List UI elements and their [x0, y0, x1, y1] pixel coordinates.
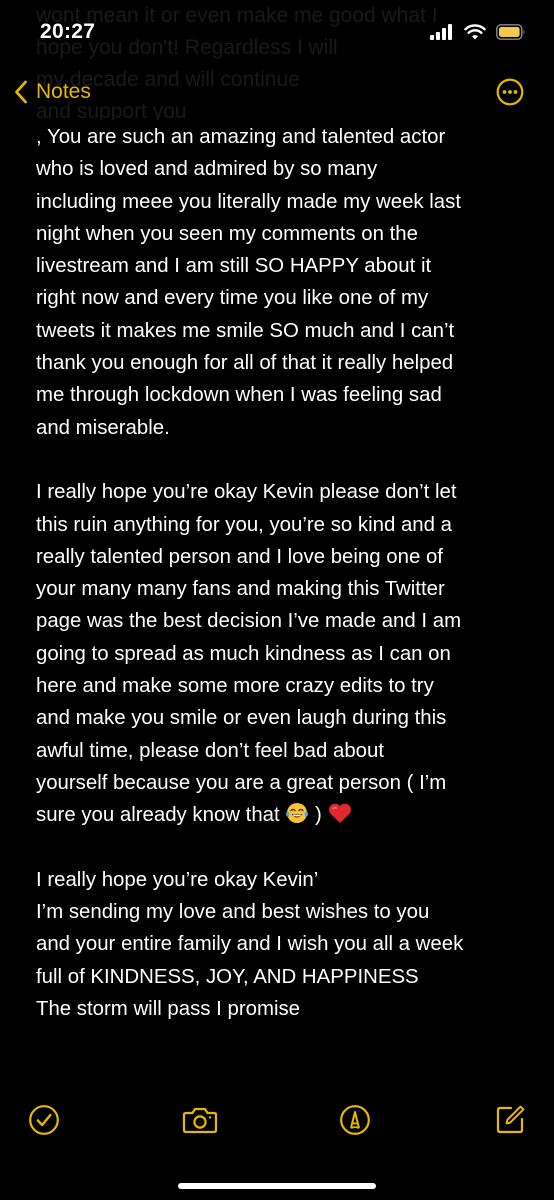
wifi-icon	[464, 24, 486, 40]
note-line: I really hope you’re okay Kevin’	[36, 868, 319, 891]
note-line: The storm will pass I promise	[36, 998, 301, 1021]
note-line: sure you already know that )	[36, 799, 526, 831]
checklist-icon	[29, 1105, 59, 1135]
note-line: and your entire family and I wish you al…	[36, 933, 464, 956]
note-line: really talented person and I love being …	[36, 545, 443, 568]
checklist-button[interactable]	[28, 1104, 60, 1141]
note-paragraph-2: I really hope you’re okay Kevin please d…	[36, 476, 526, 831]
status-bar: 20:27	[0, 0, 554, 70]
red-heart-emoji-icon	[329, 803, 352, 824]
bottom-toolbar	[0, 1104, 554, 1148]
note-line: , You are such an amazing and talented a…	[36, 126, 446, 148]
note-line: night when you seen my comments on the	[36, 222, 418, 245]
camera-icon	[182, 1107, 218, 1134]
tears-of-joy-emoji-icon	[286, 803, 309, 824]
chevron-left-icon	[15, 80, 27, 104]
note-paragraph-1: , You are such an amazing and talented a…	[36, 121, 526, 444]
note-line: and make you smile or even laugh during …	[36, 707, 447, 730]
camera-button[interactable]	[182, 1104, 218, 1141]
note-paragraph-3: I really hope you’re okay Kevin’ I’m sen…	[36, 864, 526, 1025]
note-line: livestream and I am still SO HAPPY about…	[36, 255, 432, 278]
note-line: here and make some more crazy edits to t…	[36, 675, 434, 698]
markup-button[interactable]	[339, 1104, 371, 1141]
note-text: )	[309, 804, 328, 827]
compose-button[interactable]	[494, 1104, 526, 1141]
markup-pen-icon	[340, 1105, 370, 1135]
more-options-button[interactable]	[496, 78, 524, 111]
home-indicator[interactable]	[178, 1183, 376, 1189]
note-line: right now and every time you like one of…	[36, 287, 429, 310]
back-to-notes-button[interactable]: Notes	[14, 80, 91, 104]
battery-icon	[496, 24, 525, 40]
note-text: sure you already know that	[36, 804, 286, 827]
compose-icon	[496, 1105, 525, 1134]
note-line: thank you enough for all of that it real…	[36, 352, 454, 375]
cellular-signal-icon	[430, 24, 452, 40]
note-line: awful time, please don’t feel bad about	[36, 739, 385, 762]
note-line: I really hope you’re okay Kevin please d…	[36, 481, 457, 504]
note-line: full of KINDNESS, JOY, AND HAPPINESS	[36, 965, 419, 988]
status-time: 20:27	[40, 20, 96, 43]
note-line: this ruin anything for you, you’re so ki…	[36, 513, 452, 536]
back-button-label: Notes	[36, 80, 91, 103]
note-line: including meee you literally made my wee…	[36, 190, 461, 213]
note-body[interactable]: , You are such an amazing and talented a…	[36, 121, 526, 1025]
nav-bar: Notes	[0, 76, 554, 116]
note-line: page was the best decision I’ve made and…	[36, 610, 462, 633]
note-line: me through lockdown when I was feeling s…	[36, 384, 442, 407]
note-line: who is loved and admired by so many	[36, 158, 378, 181]
note-line: tweets it makes me smile SO much and I c…	[36, 319, 455, 342]
note-line: going to spread as much kindness as I ca…	[36, 642, 451, 665]
note-line: your many many fans and making this Twit…	[36, 578, 445, 601]
note-line: I’m sending my love and best wishes to y…	[36, 901, 430, 924]
note-line: yourself because you are a great person …	[36, 771, 447, 794]
more-options-icon	[496, 78, 524, 106]
note-line: and miserable.	[36, 416, 170, 439]
status-icons	[430, 24, 526, 40]
